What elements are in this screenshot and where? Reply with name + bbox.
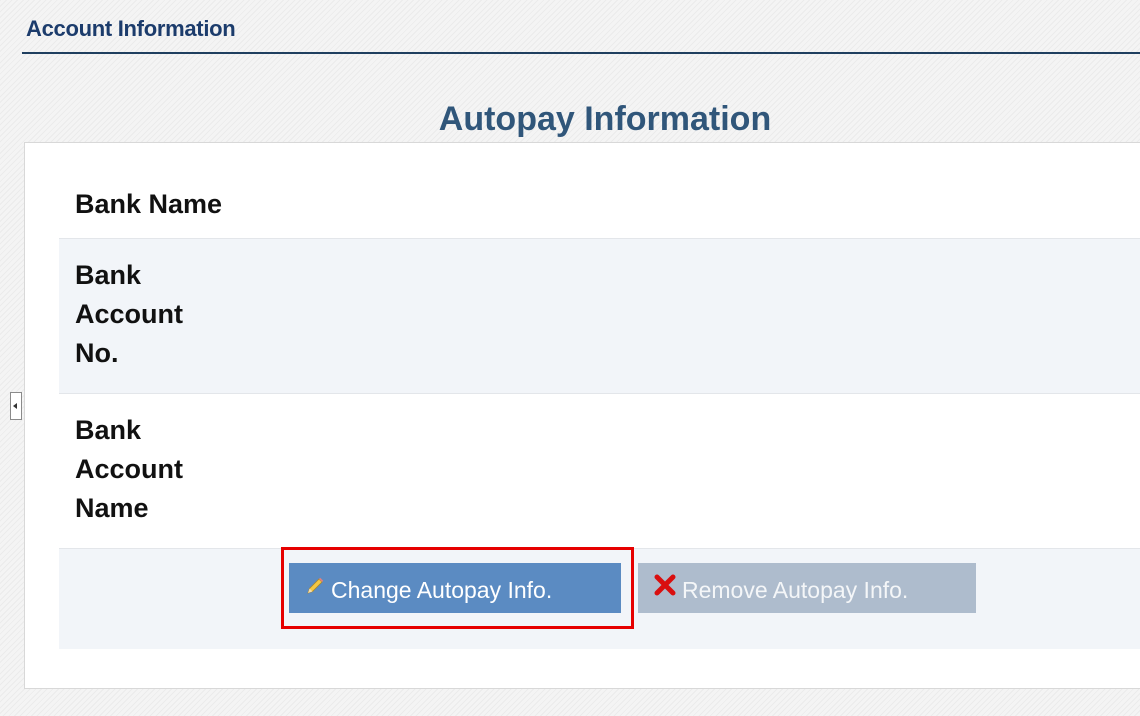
remove-autopay-label: Remove Autopay Info. <box>682 576 909 603</box>
panel-title: Autopay Information <box>438 100 772 138</box>
section-header: Account Information <box>22 0 1140 54</box>
change-autopay-button[interactable]: Change Autopay Info. <box>289 563 621 613</box>
actions-row: Change Autopay Info. Remove Autopay Info… <box>59 549 1140 649</box>
field-row-bank-account-no: Bank Account No. <box>59 239 1140 394</box>
bank-name-label: Bank Name <box>75 189 223 219</box>
pencil-icon <box>305 563 325 613</box>
remove-autopay-button[interactable]: Remove Autopay Info. <box>638 563 976 613</box>
bank-account-no-label: Bank Account No. <box>75 260 183 368</box>
section-title: Account Information <box>26 16 236 41</box>
autopay-panel: Bank Name Bank Account No. Bank Account … <box>24 142 1140 689</box>
sidebar-collapse-toggle[interactable] <box>10 392 22 420</box>
change-autopay-label: Change Autopay Info. <box>331 576 553 603</box>
field-row-bank-account-name: Bank Account Name <box>59 394 1140 549</box>
red-x-icon <box>654 563 676 613</box>
bank-account-name-label: Bank Account Name <box>75 415 183 523</box>
field-row-bank-name: Bank Name <box>59 171 1140 239</box>
